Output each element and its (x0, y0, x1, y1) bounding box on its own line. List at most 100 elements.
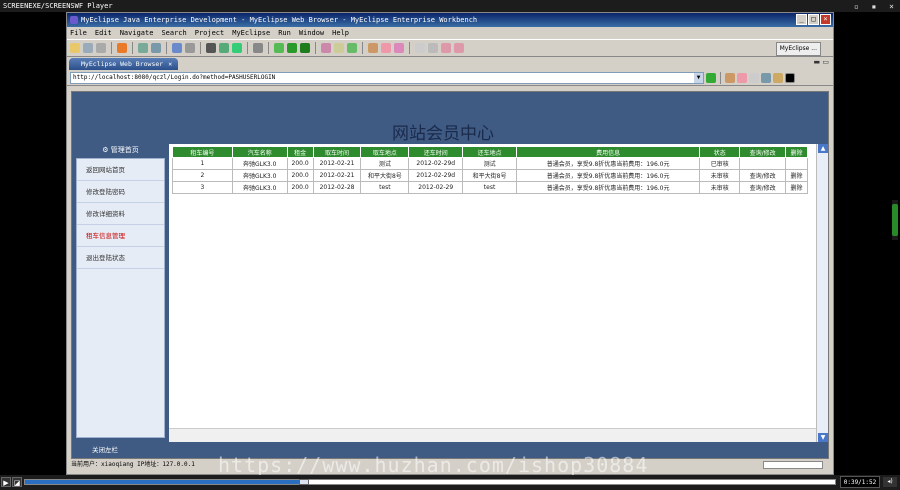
desktop: MyEclipse Java Enterprise Development - … (0, 12, 900, 475)
player-title: SCREENEXE/SCREENSWF Player (3, 2, 113, 10)
query-edit-link[interactable]: 查询/修改 (739, 169, 786, 182)
server-icon[interactable] (117, 43, 127, 53)
column-header[interactable]: 租金 (286, 146, 314, 158)
scroll-up-icon[interactable]: ▲ (818, 144, 828, 153)
column-header[interactable]: 状态 (699, 146, 741, 158)
watermark: https://www.huzhan.com/ishop30884 (218, 453, 649, 477)
record-icon[interactable]: ◪ (12, 477, 22, 487)
column-header[interactable]: 取车地点 (360, 146, 410, 158)
prev-annotation-icon[interactable] (428, 43, 438, 53)
go-icon[interactable] (706, 72, 716, 83)
browser-icon[interactable] (185, 43, 195, 53)
menu-item-window[interactable]: Window (299, 27, 324, 39)
task-icon[interactable] (394, 43, 404, 53)
sidebar-heading-label: 管理首页 (110, 146, 139, 154)
column-header[interactable]: 汽车名称 (231, 146, 288, 158)
table-cell: 2012-02-21 (312, 169, 362, 182)
sidebar-item-4[interactable]: 租车信息管理 (77, 225, 164, 247)
tab-web-browser[interactable]: MyEclipse Web Browser ✕ (69, 58, 179, 70)
perspective-switcher[interactable]: MyEclipse ... (775, 42, 821, 56)
annotation-icon[interactable] (415, 43, 425, 53)
database-icon[interactable] (206, 43, 216, 53)
close-tab-icon[interactable]: ✕ (168, 60, 172, 68)
menu-item-search[interactable]: Search (161, 27, 186, 39)
print-icon[interactable] (96, 43, 106, 53)
scroll-down-icon[interactable]: ▼ (818, 433, 828, 442)
table-cell: 2012-02-28 (312, 181, 362, 194)
tools-icon[interactable] (253, 43, 263, 53)
debug-icon[interactable] (274, 43, 284, 53)
volume-icon[interactable]: ◂) (883, 477, 897, 487)
menu-item-navigate[interactable]: Navigate (120, 27, 154, 39)
close-button[interactable]: × (820, 14, 831, 25)
column-header[interactable]: 还车时间 (408, 146, 464, 158)
column-header[interactable]: 删除 (785, 146, 808, 158)
view-minmax-icon[interactable]: ▬ ▭ (814, 58, 829, 66)
menu-item-myeclipse[interactable]: MyEclipse (232, 27, 270, 39)
menu-bar: File Edit Navigate Search Project MyEclipse Ru… (67, 27, 833, 39)
member-sidebar: ⚙ 管理首页 返回网站首页 修改登陆密码 修改详细资料 租车信息管理 退出登陆状态 (72, 144, 169, 442)
menu-item-project[interactable]: Project (195, 27, 225, 39)
column-header[interactable]: 查询/修改 (739, 146, 786, 158)
forward-icon[interactable] (749, 72, 759, 83)
external-run-icon[interactable] (300, 43, 310, 53)
delete-link[interactable]: 删除 (785, 169, 808, 182)
vertical-scrollbar[interactable]: ▲ ▼ (816, 144, 828, 442)
settings-icon[interactable] (725, 72, 735, 83)
menu-item-help[interactable]: Help (332, 27, 349, 39)
back-icon[interactable] (737, 72, 747, 83)
save-icon[interactable] (83, 43, 93, 53)
query-edit-link[interactable]: 查询/修改 (739, 181, 786, 194)
table-cell: 未审核 (699, 181, 741, 194)
run-icon[interactable] (232, 43, 242, 53)
toolbar-separator (720, 71, 721, 84)
maximize-button[interactable]: □ (808, 14, 819, 25)
menu-item-file[interactable]: File (70, 27, 87, 39)
horizontal-scrollbar[interactable] (169, 428, 816, 442)
open-type-icon[interactable] (381, 43, 391, 53)
play-icon[interactable]: ▶ (1, 477, 11, 487)
table-cell: 和平大街8号 (462, 169, 517, 182)
column-header[interactable]: 取车时间 (312, 146, 362, 158)
column-header[interactable]: 费用信息 (515, 146, 701, 158)
search-icon[interactable] (368, 43, 378, 53)
slider-knob[interactable] (892, 204, 898, 236)
stop-icon[interactable] (761, 72, 771, 83)
progress-thumb[interactable] (299, 479, 310, 485)
table-cell: 3 (172, 181, 233, 194)
table-cell: 200.0 (286, 157, 314, 170)
sidebar-heading: ⚙ 管理首页 (72, 144, 169, 156)
column-header[interactable]: 还车地点 (462, 146, 517, 158)
deploy-icon[interactable] (172, 43, 182, 53)
sidebar-item-1[interactable]: 返回网站首页 (77, 159, 164, 181)
play-icon[interactable] (287, 43, 297, 53)
forward-icon[interactable] (454, 43, 464, 53)
delete-link[interactable]: 删除 (785, 181, 808, 194)
build-icon[interactable] (151, 43, 161, 53)
class-icon[interactable] (321, 43, 331, 53)
dark-box-icon[interactable] (785, 72, 795, 83)
sidebar-item-2[interactable]: 修改登陆密码 (77, 181, 164, 203)
menu-item-edit[interactable]: Edit (95, 27, 112, 39)
toolbar-separator (247, 42, 248, 54)
side-volume-slider[interactable] (892, 200, 898, 240)
minimize-button[interactable]: _ (796, 14, 807, 25)
rental-table: 租车编号 汽车名称 租金 取车时间 取车地点 还车时间 还车地点 费用信息 状态 查询/修改 删除 … (172, 146, 808, 194)
sidebar-item-3[interactable]: 修改详细资料 (77, 203, 164, 225)
package-icon[interactable] (334, 43, 344, 53)
menu-item-run[interactable]: Run (278, 27, 291, 39)
column-header[interactable]: 租车编号 (172, 146, 233, 158)
table-cell: 2012-02-29d (408, 157, 464, 170)
time-readout: 0:39/1:52 (840, 476, 880, 488)
back-icon[interactable] (441, 43, 451, 53)
sidebar-item-5[interactable]: 退出登陆状态 (77, 247, 164, 269)
refresh-icon[interactable] (219, 43, 229, 53)
table-cell (785, 157, 808, 170)
new-wizard-icon[interactable] (347, 43, 357, 53)
chevron-down-icon[interactable]: ▼ (694, 72, 703, 83)
new-icon[interactable] (70, 43, 80, 53)
progress-track[interactable] (24, 479, 836, 485)
refresh-icon[interactable] (773, 72, 783, 83)
bug-icon[interactable] (138, 43, 148, 53)
url-input[interactable]: http://localhost:8080/qczl/Login.do?meth… (70, 71, 704, 84)
